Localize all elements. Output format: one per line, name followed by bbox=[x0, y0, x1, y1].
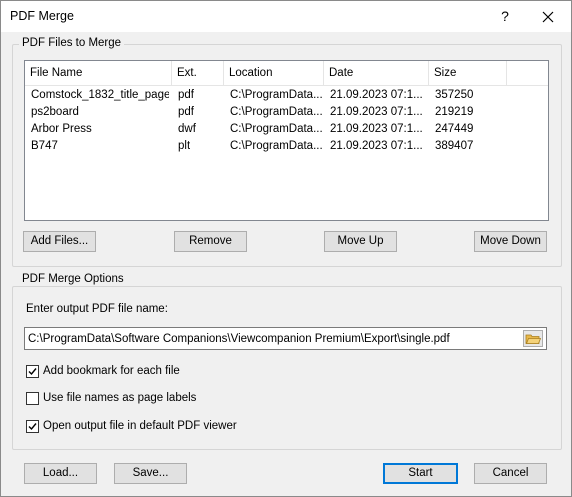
browse-button[interactable] bbox=[523, 330, 543, 347]
page-labels-label[interactable]: Use file names as page labels bbox=[43, 392, 196, 404]
folder-icon bbox=[525, 334, 542, 344]
cell-ext: pdf bbox=[178, 89, 194, 101]
table-row[interactable]: B747 plt C:\ProgramData... 21.09.2023 07… bbox=[25, 138, 548, 155]
cell-date: 21.09.2023 07:1... bbox=[330, 123, 423, 135]
table-row[interactable]: ps2board pdf C:\ProgramData... 21.09.202… bbox=[25, 104, 548, 121]
output-path-input[interactable] bbox=[28, 330, 516, 347]
column-header-size[interactable]: Size bbox=[429, 61, 507, 85]
cancel-button[interactable]: Cancel bbox=[474, 463, 547, 484]
open-output-label[interactable]: Open output file in default PDF viewer bbox=[43, 420, 237, 432]
remove-button[interactable]: Remove bbox=[174, 231, 247, 252]
cell-file-name: Comstock_1832_title_page bbox=[31, 89, 169, 101]
save-button[interactable]: Save... bbox=[114, 463, 187, 484]
files-group-label: PDF Files to Merge bbox=[19, 37, 125, 49]
output-file-label: Enter output PDF file name: bbox=[26, 303, 168, 315]
window-title: PDF Merge bbox=[10, 9, 74, 23]
help-button[interactable]: ? bbox=[495, 6, 515, 26]
cell-file-name: Arbor Press bbox=[31, 123, 92, 135]
cell-size: 219219 bbox=[435, 106, 474, 118]
add-bookmark-checkbox[interactable] bbox=[26, 365, 39, 378]
cell-size: 247449 bbox=[435, 123, 474, 135]
column-header-file-name[interactable]: File Name bbox=[25, 61, 172, 85]
load-button[interactable]: Load... bbox=[24, 463, 97, 484]
table-row[interactable]: Comstock_1832_title_page pdf C:\ProgramD… bbox=[25, 87, 548, 104]
move-down-button[interactable]: Move Down bbox=[474, 231, 547, 252]
cell-file-name: ps2board bbox=[31, 106, 79, 118]
cell-date: 21.09.2023 07:1... bbox=[330, 106, 423, 118]
page-labels-checkbox[interactable] bbox=[26, 392, 39, 405]
cell-date: 21.09.2023 07:1... bbox=[330, 140, 423, 152]
cell-ext: plt bbox=[178, 140, 191, 152]
add-files-button[interactable]: Add Files... bbox=[23, 231, 96, 252]
column-header-ext[interactable]: Ext. bbox=[172, 61, 224, 85]
checkmark-icon bbox=[28, 368, 37, 376]
cell-location: C:\ProgramData... bbox=[230, 106, 322, 118]
cell-location: C:\ProgramData... bbox=[230, 123, 322, 135]
output-path-field[interactable] bbox=[24, 327, 547, 350]
start-button[interactable]: Start bbox=[383, 463, 458, 484]
add-bookmark-label[interactable]: Add bookmark for each file bbox=[43, 365, 180, 377]
cell-location: C:\ProgramData... bbox=[230, 89, 322, 101]
file-list-header: File Name Ext. Location Date Size bbox=[25, 61, 548, 86]
cell-size: 357250 bbox=[435, 89, 474, 101]
close-icon bbox=[542, 11, 554, 23]
cell-date: 21.09.2023 07:1... bbox=[330, 89, 423, 101]
file-list[interactable]: File Name Ext. Location Date Size Comsto… bbox=[24, 60, 549, 221]
cell-ext: dwf bbox=[178, 123, 196, 135]
table-row[interactable]: Arbor Press dwf C:\ProgramData... 21.09.… bbox=[25, 121, 548, 138]
checkmark-icon bbox=[28, 423, 37, 431]
column-header-date[interactable]: Date bbox=[324, 61, 429, 85]
cell-file-name: B747 bbox=[31, 140, 58, 152]
cell-ext: pdf bbox=[178, 106, 194, 118]
column-header-location[interactable]: Location bbox=[224, 61, 324, 85]
open-output-checkbox[interactable] bbox=[26, 420, 39, 433]
close-button[interactable] bbox=[531, 5, 565, 29]
cell-size: 389407 bbox=[435, 140, 474, 152]
title-bar: PDF Merge ? bbox=[1, 1, 571, 32]
options-group-label: PDF Merge Options bbox=[19, 273, 127, 285]
move-up-button[interactable]: Move Up bbox=[324, 231, 397, 252]
cell-location: C:\ProgramData... bbox=[230, 140, 322, 152]
pdf-merge-dialog: PDF Merge ? PDF Files to Merge File Name… bbox=[0, 0, 572, 497]
